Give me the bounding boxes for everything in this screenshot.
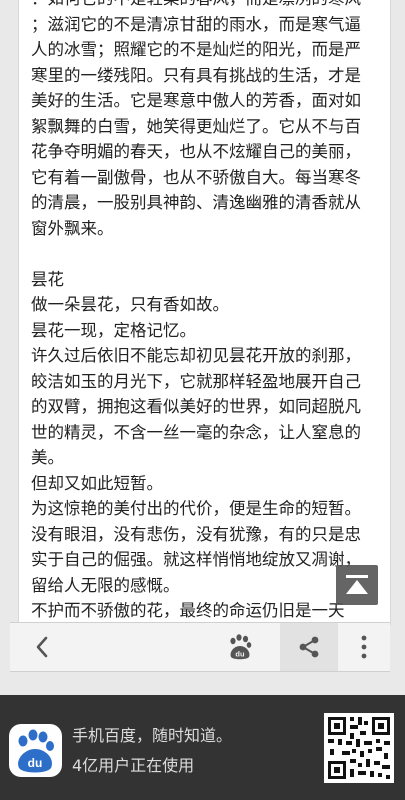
article-line: 花争夺明媚的春天，也从不炫耀自己的美丽，: [31, 142, 361, 161]
scroll-to-top-icon: [346, 575, 368, 594]
article-line: 不护而不骄傲的花，最终的命运仍旧是一天: [31, 601, 345, 620]
share-button[interactable]: [280, 623, 338, 671]
article-line: 的双臂，拥抱这看似美好的世界，如同超脱凡: [31, 397, 361, 416]
baidu-app-icon[interactable]: du: [9, 724, 62, 777]
article-line: 昙花一现，定格记忆。: [31, 320, 196, 340]
article-line: 但却又如此短暂。: [31, 473, 163, 493]
ad-slogan: 手机百度，随时知道。: [72, 726, 233, 745]
paw-label: du: [235, 650, 245, 659]
screen: ：如何它的不是轻柔的春风，而是凛冽的寒风 ；滋润它的不是清凉甘甜的雨水，而是寒气…: [0, 0, 405, 800]
more-button[interactable]: [344, 623, 384, 671]
baidu-paw-icon: du: [18, 729, 54, 773]
article-line: 实于自己的倔强。就这样悄悄地绽放又凋谢，: [31, 550, 361, 569]
back-button[interactable]: [22, 623, 62, 671]
article-line: 做一朵昙花，只有香如故。: [31, 295, 229, 314]
article-line: 皎洁如玉的月光下，它就那样轻盈地展开自己: [31, 371, 361, 391]
section-heading: 昙花: [31, 269, 64, 289]
app-icon-label: du: [28, 756, 43, 770]
chevron-left-icon: [36, 636, 48, 658]
qr-code-icon: [324, 713, 394, 783]
article-line: 世的精灵，不含一丝一毫的杂念，让人窒息的: [31, 422, 361, 442]
article-line: ：如何它的不是轻柔的春风，而是凛冽的寒风: [31, 0, 381, 12]
article-line: 美好的生活。它是寒意中傲人的芳香，面对如: [31, 91, 361, 110]
article-line: 它有着一副傲骨，也从不骄傲自大。每当寒冬: [31, 167, 361, 187]
article-line: ；滋润它的不是清凉甘甜的雨水，而是寒气逼: [31, 14, 361, 34]
article-line: 美。: [31, 448, 64, 467]
baidu-paw-button[interactable]: du: [218, 623, 262, 671]
article-card: ：如何它的不是轻柔的春风，而是凛冽的寒风 ；滋润它的不是清凉甘甜的雨水，而是寒气…: [18, 0, 391, 625]
ad-user-count: 4亿用户正在使用: [72, 756, 195, 775]
article-line: 没有眼泪，没有悲伤，没有犹豫，有的只是忠: [31, 524, 361, 544]
article-line: 寒里的一缕残阳。只有具有挑战的生活，才是: [31, 65, 361, 85]
more-vertical-icon: [361, 635, 367, 659]
scroll-to-top-button[interactable]: [336, 565, 378, 605]
baidu-paw-icon: du: [230, 634, 252, 660]
article-line: 人的冰雪；照耀它的不是灿烂的阳光，而是严: [31, 40, 361, 59]
article-text: ：如何它的不是轻柔的春风，而是凛冽的寒风 ；滋润它的不是清凉甘甜的雨水，而是寒气…: [31, 0, 381, 624]
article-line: 絮飘舞的白雪，她笑得更灿烂了。它从不与百: [31, 116, 361, 136]
article-line: 留给人无限的感慨。: [31, 575, 180, 595]
article-line: 的清晨，一股别具神韵、清逸幽雅的清香就从: [31, 193, 361, 212]
article-line: 许久过后依旧不能忘却初见昙花开放的刹那，: [31, 346, 361, 365]
article-line: 为这惊艳的美付出的代价，便是生命的短暂。: [31, 499, 361, 518]
article-line: 窗外飘来。: [31, 218, 114, 238]
share-icon: [299, 636, 319, 658]
bottom-toolbar: du: [10, 622, 390, 672]
